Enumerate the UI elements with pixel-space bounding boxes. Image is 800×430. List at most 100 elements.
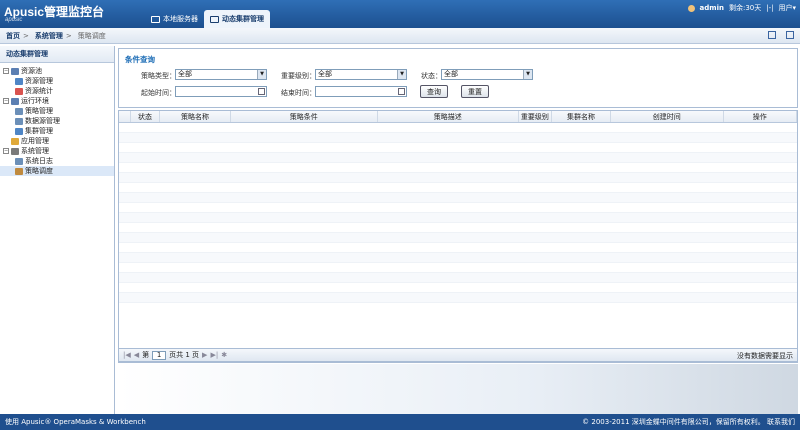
chevron-down-icon: ▼ [257,70,266,79]
column-header[interactable]: 策略描述 [378,111,519,122]
expander-icon[interactable]: − [3,148,9,154]
tab-label: 动态集群管理 [222,15,264,23]
expander-icon[interactable]: − [3,68,9,74]
main-tabs: 本地服务器 动态集群管理 [145,10,270,28]
table-row [119,123,797,133]
column-header[interactable]: 操作 [724,111,797,122]
user-area: admin 剩余:30天 |-| 用户▾ [687,3,796,13]
column-header[interactable]: 策略名称 [160,111,231,122]
table-row [119,283,797,293]
page-suffix: 页共 1 页 [169,351,200,359]
column-header[interactable]: 集群名称 [552,111,611,122]
table-row [119,153,797,163]
user-menu[interactable]: 用户▾ [778,3,796,13]
sidebar-item-label: 数据源管理 [25,117,60,125]
refresh-icon[interactable]: ✱ [221,351,227,359]
folder-icon [15,127,23,135]
sidebar-item[interactable]: 策略管理 [0,106,114,116]
calendar-icon[interactable] [258,88,265,95]
table-row [119,173,797,183]
table-row [119,263,797,273]
folder-icon [15,167,23,175]
folder-icon [15,107,23,115]
breadcrumb-home[interactable]: 首页 [6,31,20,41]
list-icon[interactable] [768,31,776,39]
data-grid: 状态 策略名称 策略条件 策略描述 重要级别 集群名称 创建时间 操作 [118,110,798,363]
type-select[interactable]: 全部 ▼ [175,69,267,80]
chevron-down-icon: ▼ [523,70,532,79]
sidebar-item[interactable]: 应用管理 [0,136,114,146]
sidebar-item[interactable]: 系统日志 [0,156,114,166]
end-time-label: 结束时间： [281,89,316,97]
status-label: 状态： [421,72,442,80]
folder-icon [11,67,19,75]
status-select[interactable]: 全部 ▼ [441,69,533,80]
column-header[interactable]: 状态 [131,111,161,122]
sidebar-item[interactable]: 资源统计 [0,86,114,96]
level-value: 全部 [318,70,332,78]
sidebar-item[interactable]: 集群管理 [0,126,114,136]
username: admin [699,4,724,12]
breadcrumb-tools [768,31,794,39]
footer-left: 使用 Apusic® OperaMasks & Workbench [5,418,146,426]
table-row [119,233,797,243]
sidebar-item-label: 系统日志 [25,157,53,165]
sidebar-item[interactable]: − 系统管理 [0,146,114,156]
chevron-down-icon: ▼ [397,70,406,79]
sidebar-item-label: 资源统计 [25,87,53,95]
breadcrumb-section[interactable]: 系统管理 [35,31,63,41]
folder-icon [15,87,23,95]
sidebar-item[interactable]: 策略调度 [0,166,114,176]
sidebar-item-label: 策略管理 [25,107,53,115]
table-row [119,193,797,203]
search-button[interactable]: 查询 [420,85,448,98]
sidebar-item-label: 应用管理 [21,137,49,145]
fullscreen-icon[interactable] [786,31,794,39]
footer: 使用 Apusic® OperaMasks & Workbench © 2003… [0,414,800,430]
sidebar: 动态集群管理 − 资源池 资源管理 资源统计 − 运行环境 策略管理 数据源管理 集群管理 应用管… [0,46,115,414]
type-label: 策略类型： [141,72,176,80]
tab-local-server[interactable]: 本地服务器 [145,10,204,28]
level-select[interactable]: 全部 ▼ [315,69,407,80]
tab-dynamic-cluster[interactable]: 动态集群管理 [204,10,270,28]
start-time-input[interactable] [175,86,267,97]
main-content: 条件查询 策略类型： 全部 ▼ 重要级别： 全部 ▼ 状态： 全部 ▼ 起始时间… [116,46,800,414]
column-header[interactable]: 重要级别 [519,111,553,122]
top-header: Apusic管理监控台 apusic 本地服务器 动态集群管理 admin 剩余… [0,0,800,28]
sidebar-item[interactable]: − 资源池 [0,66,114,76]
table-row [119,143,797,153]
sidebar-item[interactable]: − 运行环境 [0,96,114,106]
grid-body [119,123,797,303]
table-row [119,163,797,173]
end-time-input[interactable] [315,86,407,97]
folder-icon [11,97,19,105]
last-page-icon[interactable]: ▶| [210,351,218,359]
table-row [119,293,797,303]
next-page-icon[interactable]: ▶ [202,351,207,359]
breadcrumb-sep: > [23,31,29,40]
folder-icon [15,77,23,85]
sidebar-item[interactable]: 资源管理 [0,76,114,86]
reset-button[interactable]: 重置 [461,85,489,98]
table-row [119,273,797,283]
page-input[interactable]: 1 [152,350,167,360]
breadcrumb: 首页 > 系统管理 > 策略调度 [0,28,800,44]
prev-page-icon[interactable]: ◀ [134,351,139,359]
expander-icon[interactable]: − [3,98,9,104]
type-value: 全部 [178,70,192,78]
logo-subtext: apusic [5,17,23,23]
table-row [119,183,797,193]
sidebar-item[interactable]: 数据源管理 [0,116,114,126]
table-row [119,223,797,233]
folder-icon [11,137,19,145]
remaining-days: 剩余:30天 [728,4,762,12]
grid-header-cell [119,111,131,122]
column-header[interactable]: 创建时间 [611,111,724,122]
start-time-label: 起始时间： [141,89,176,97]
calendar-icon[interactable] [398,88,405,95]
expander-icon[interactable] [3,138,9,144]
breadcrumb-sep: > [65,31,72,40]
column-header[interactable]: 策略条件 [231,111,378,122]
first-page-icon[interactable]: |◀ [123,351,131,359]
keyboard-decoration [118,364,798,414]
